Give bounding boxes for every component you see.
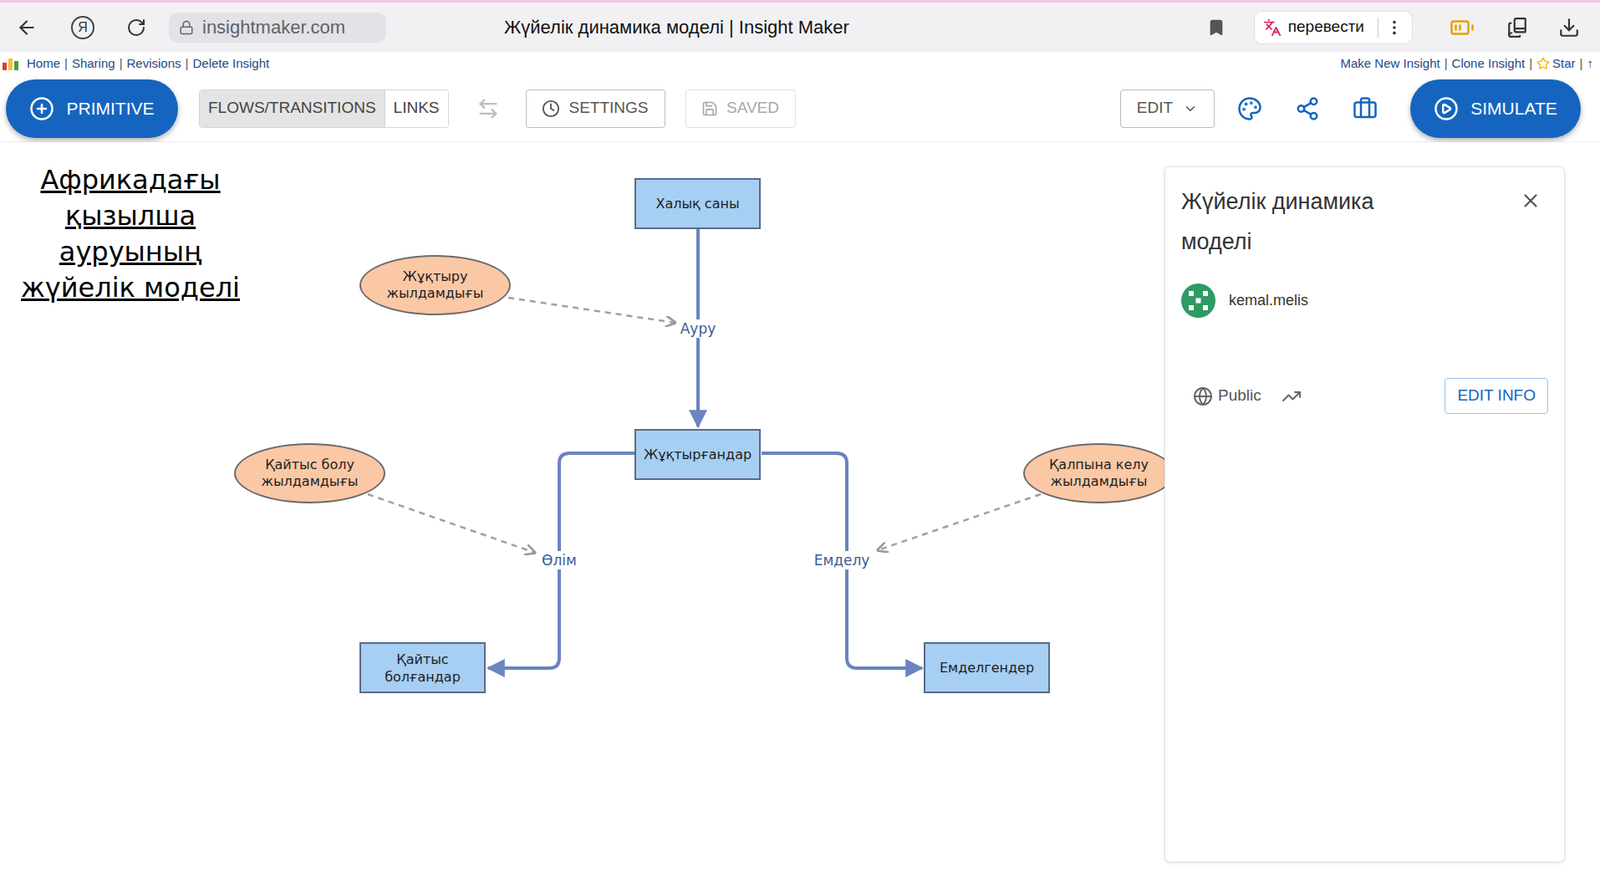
toolbox-icon[interactable] [1352,96,1378,122]
lock-icon [178,20,194,36]
link-line[interactable] [877,494,1041,551]
collections-icon[interactable] [1506,16,1529,39]
nav-link[interactable]: Delete Insight [192,54,270,74]
palette-icon[interactable] [1237,96,1263,122]
flow-label[interactable]: Ауру [677,319,719,338]
stock-node[interactable]: Жұқтырғандар [634,428,761,480]
nav-link[interactable]: Clone Insight [1452,54,1526,74]
links-row: Home|Sharing|Revisions|Delete InsightMak… [0,51,1600,76]
plus-icon [29,96,55,122]
diagram-title[interactable]: Африкадағы қызылша ауруының жүйелік моде… [5,162,256,306]
mode-tab[interactable]: FLOWS/TRANSITIONS [199,90,385,128]
trend-icon[interactable] [1281,386,1302,407]
page-title: Жүйелік динамика моделі | Insight Maker [504,13,850,41]
play-icon [1433,96,1459,122]
clock-icon [541,99,561,118]
browser-bar: Яinsightmaker.com Жүйелік динамика моделі… [0,0,1600,52]
link-line[interactable] [508,297,676,323]
visibility-row: PublicEDIT INFO [1181,377,1549,414]
nav-link[interactable]: Star [1536,54,1576,74]
author-name[interactable]: kemal.melis [1228,289,1309,312]
nav-link[interactable]: Make New Insight [1340,54,1440,74]
download-icon[interactable] [1558,16,1580,39]
nav-link[interactable]: Revisions [127,54,182,74]
mode-toggle: FLOWS/TRANSITIONSLINKS [198,89,449,128]
battery-icon[interactable] [1449,15,1475,41]
stock-node[interactable]: Қайтыс болғандар [359,642,486,693]
save-button: SAVED [685,89,796,128]
yandex-logo[interactable]: Я [71,15,95,40]
settings-button[interactable]: SETTINGS [525,89,666,128]
save-icon [701,100,719,118]
nav-link[interactable]: ↑ [1587,54,1595,74]
flow-line[interactable] [488,453,635,668]
panel-title: Жүйелік динамика моделі [1181,181,1432,262]
reload-icon[interactable] [126,17,147,38]
mode-tab[interactable]: LINKS [384,90,449,128]
nav-link[interactable]: Home [26,54,61,74]
share-icon[interactable] [1294,96,1320,122]
stock-node[interactable]: Емделгендер [923,642,1050,693]
chevron-down-icon [1182,101,1198,117]
variable-node[interactable]: Жұқтыру жылдамдығы [359,254,511,316]
star-icon [1536,56,1550,71]
logo-icon [1,56,21,72]
nav-link[interactable]: Sharing [71,54,116,74]
back-icon[interactable] [15,16,38,39]
model-canvas[interactable]: Африкадағы қызылша ауруының жүйелік моде… [0,142,1600,873]
flow-line[interactable] [761,453,923,668]
close-icon[interactable] [1519,189,1542,212]
flow-label[interactable]: Емделу [811,550,873,570]
globe-icon [1192,386,1213,407]
edit-dropdown[interactable]: EDIT [1120,89,1215,128]
avatar-icon[interactable] [1181,283,1216,318]
flow-label[interactable]: Өлім [539,550,580,570]
link-line[interactable] [367,494,536,553]
edit-info-button[interactable]: EDIT INFO [1444,377,1549,414]
variable-node[interactable]: Қайтыс болу жылдамдығы [234,443,386,504]
translate-icon [1263,18,1282,37]
variable-node[interactable]: Қалпына келу жылдамдығы [1023,443,1175,504]
author-row: kemal.melis [1181,283,1549,318]
swap-icon[interactable] [476,96,500,121]
address-bar[interactable]: insightmaker.com [168,12,387,43]
toolbar: PRIMITIVE FLOWS/TRANSITIONSLINKS SETTINGS S… [0,75,1600,143]
stock-node[interactable]: Халық саны [634,178,761,230]
info-panel: Жүйелік динамика моделі kemal.melis Public… [1164,166,1565,862]
bookmark-icon[interactable] [1207,18,1226,37]
simulate-button[interactable]: SIMULATE [1410,79,1581,138]
primitive-button[interactable]: PRIMITIVE [5,79,179,138]
translate-button[interactable]: перевести [1253,10,1413,45]
menu-icon[interactable] [1385,18,1404,37]
